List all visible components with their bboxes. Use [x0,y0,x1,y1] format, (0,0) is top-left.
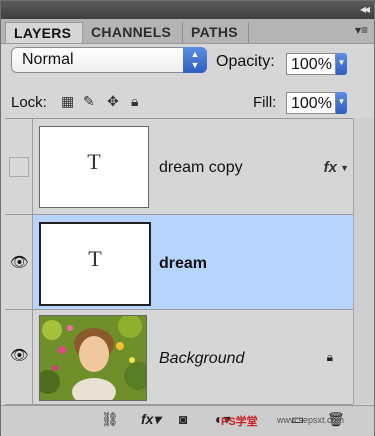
lock-image-pixels-icon[interactable]: ✎ [83,93,95,110]
layer-lock-icon: 🔒︎ [326,350,333,364]
link-layers-icon[interactable]: ⛓ [101,411,119,428]
eye-icon[interactable]: 👁︎ [10,253,29,271]
panel-title-bar[interactable]: ◂◂ [1,1,374,19]
layers-list: T dream copy fx ▼ 👁︎ T dream 👁︎ Backgrou… [5,118,353,406]
opacity-dropdown-icon[interactable]: ▼ [336,53,347,75]
child-photo-image [36,314,152,406]
select-arrows-icon[interactable]: ▲ ▼ [183,47,207,73]
visibility-toggle[interactable]: 👁︎ [5,310,33,404]
layers-scrollbar[interactable] [353,118,374,404]
fill-value: 100% [291,95,332,112]
add-layer-mask-icon[interactable]: ◙ [179,411,187,427]
fill-dropdown-icon[interactable]: ▼ [336,92,347,114]
watermark-url: www.sepsxt.com [277,415,345,425]
collapse-icon[interactable]: ◂◂ [360,2,370,16]
text-layer-icon: T [87,149,101,174]
lock-transparent-pixels-icon[interactable]: ▦ [61,93,74,110]
fill-label: Fill: [253,94,277,111]
layers-panel: ◂◂ LAYERS CHANNELS PATHS ▾≡ Normal ▲ ▼ Op… [0,0,375,436]
layer-name[interactable]: Background [159,350,244,368]
lock-label: Lock: [11,94,47,111]
lock-all-icon[interactable]: 🔒︎ [131,93,138,110]
add-layer-style-icon[interactable]: fx▾ [141,411,160,428]
expand-effects-icon[interactable]: ▼ [340,163,349,173]
visibility-toggle[interactable]: 👁︎ [5,215,33,309]
panel-tabs: LAYERS CHANNELS PATHS ▾≡ [1,19,374,44]
opacity-field[interactable]: 100% ▼ [286,53,347,75]
tab-paths[interactable]: PATHS [183,22,249,43]
text-layer-thumbnail[interactable]: T [39,126,149,208]
layer-effects-badge[interactable]: fx [324,159,337,176]
visibility-off-box[interactable] [9,157,29,177]
text-layer-icon: T [88,246,102,271]
visibility-toggle[interactable] [5,119,33,214]
watermark-logo-text: PS学堂 [221,416,258,428]
blend-mode-value: Normal [22,51,74,68]
text-layer-thumbnail[interactable]: T [39,222,151,306]
layer-row-dream[interactable]: 👁︎ T dream [5,215,353,310]
layer-row-dream-copy[interactable]: T dream copy fx ▼ [5,119,353,215]
tab-channels[interactable]: CHANNELS [83,22,183,43]
eye-icon[interactable]: 👁︎ [10,346,29,364]
opacity-label: Opacity: [216,53,275,70]
layer-row-background[interactable]: 👁︎ Background 🔒︎ [5,310,353,406]
fill-field[interactable]: 100% ▼ [286,92,347,114]
blend-mode-select[interactable]: Normal ▲ ▼ [11,47,207,73]
layer-name[interactable]: dream copy [159,159,243,177]
lock-position-icon[interactable]: ✥ [107,93,119,110]
opacity-value: 100% [291,56,332,73]
tab-layers[interactable]: LAYERS [5,22,83,43]
background-image-thumbnail[interactable] [36,314,152,406]
layer-name[interactable]: dream [159,255,207,273]
panel-menu-icon[interactable]: ▾≡ [355,23,368,37]
